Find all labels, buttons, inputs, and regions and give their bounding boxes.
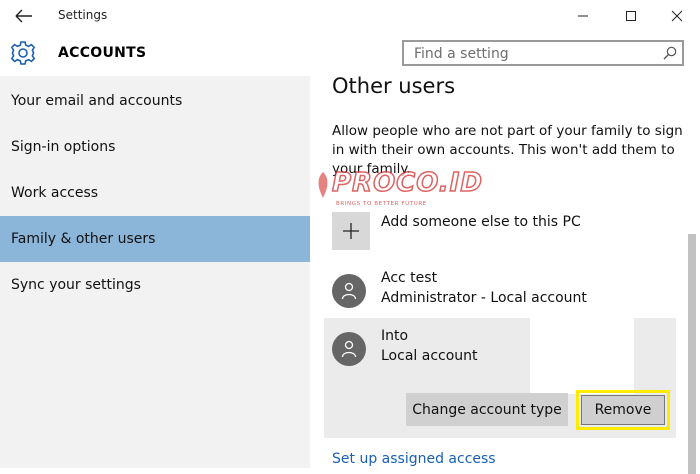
sidebar-item-label: Sign-in options	[11, 139, 116, 155]
sidebar-item-sync-settings[interactable]: Sync your settings	[0, 262, 310, 308]
scrollbar-thumb[interactable]	[688, 234, 696, 474]
watermark-mark-icon	[316, 172, 330, 198]
gear-icon	[10, 40, 36, 66]
sidebar-item-email-accounts[interactable]: Your email and accounts	[0, 78, 310, 124]
user-name: Into	[381, 328, 409, 344]
close-icon[interactable]	[654, 0, 700, 32]
user-type: Local account	[381, 348, 478, 364]
scrollbar[interactable]	[686, 76, 698, 474]
search-input[interactable]: Find a setting	[402, 40, 684, 66]
watermark-tagline: BRINGS TO BETTER FUTURE	[336, 201, 427, 207]
minimize-icon[interactable]	[560, 0, 606, 32]
back-arrow-icon[interactable]	[12, 5, 36, 27]
sidebar-item-label: Work access	[11, 185, 99, 201]
search-placeholder: Find a setting	[414, 46, 509, 62]
person-icon	[341, 282, 357, 300]
assigned-access-link[interactable]: Set up assigned access	[332, 451, 496, 467]
avatar	[332, 332, 366, 366]
avatar	[332, 274, 366, 308]
sidebar-item-family-other-users[interactable]: Family & other users	[0, 216, 310, 262]
sidebar-item-sign-in-options[interactable]: Sign-in options	[0, 124, 310, 170]
user-type: Administrator - Local account	[381, 290, 587, 306]
sidebar-item-label: Sync your settings	[11, 277, 141, 293]
add-user-button[interactable]: Add someone else to this PC	[332, 212, 677, 250]
add-user-label: Add someone else to this PC	[381, 214, 581, 230]
description-line: in with their own accounts. This won't a…	[332, 142, 675, 158]
title-bar: Settings	[0, 0, 700, 32]
person-icon	[341, 340, 357, 358]
watermark-logo: PROCO.ID BRINGS TO BETTER FUTURE	[316, 167, 483, 218]
page-heading: Other users	[332, 74, 456, 98]
plus-icon	[332, 212, 370, 250]
search-icon[interactable]	[662, 45, 678, 61]
watermark-text: PROCO.ID	[331, 167, 483, 199]
sidebar-item-label: Your email and accounts	[11, 93, 183, 109]
user-item-into[interactable]: Into Local account	[332, 328, 677, 370]
user-item-acc-test[interactable]: Acc test Administrator - Local account	[332, 270, 677, 312]
window-title: Settings	[58, 8, 108, 22]
section-title: ACCOUNTS	[58, 45, 147, 61]
sidebar: Your email and accounts Sign-in options …	[0, 76, 310, 468]
sidebar-item-label: Family & other users	[11, 231, 156, 247]
remove-button[interactable]: Remove	[581, 395, 665, 425]
sidebar-item-work-access[interactable]: Work access	[0, 170, 310, 216]
user-name: Acc test	[381, 270, 438, 286]
description-line: Allow people who are not part of your fa…	[332, 123, 683, 139]
maximize-icon[interactable]	[608, 0, 654, 32]
change-account-type-button[interactable]: Change account type	[406, 393, 568, 426]
